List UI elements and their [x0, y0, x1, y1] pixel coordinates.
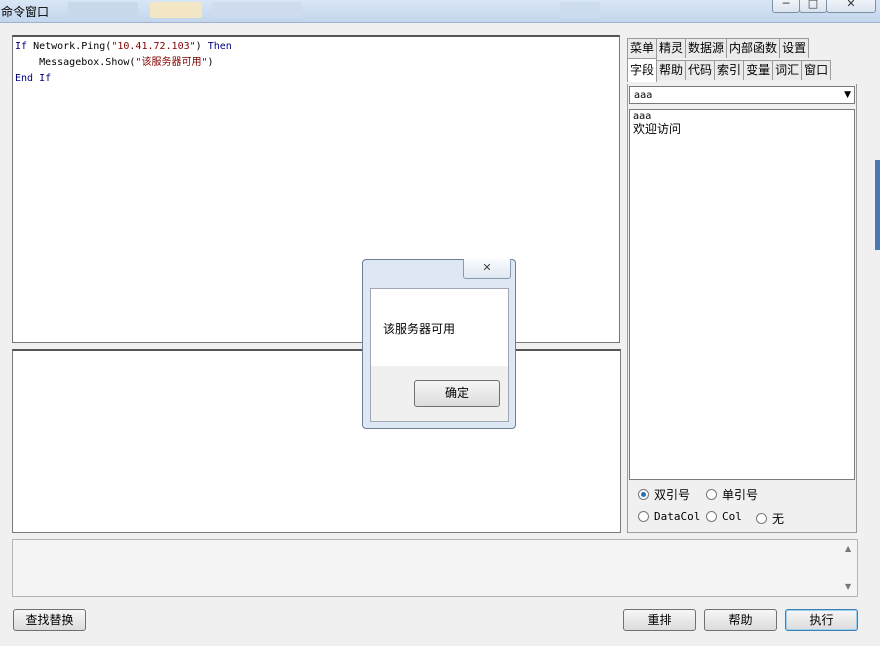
radio-col[interactable]: Col — [706, 510, 742, 523]
tab-variables[interactable]: 变量 — [743, 60, 774, 80]
dialog-message: 该服务器可用 — [383, 322, 456, 336]
message-dialog: ✕ 该服务器可用 确定 — [362, 259, 516, 429]
chevron-down-icon: ▼ — [844, 90, 851, 100]
dialog-body: 该服务器可用 确定 — [370, 288, 509, 422]
close-button[interactable]: ✕ — [826, 0, 876, 13]
taskbar-blur — [212, 2, 302, 18]
code-token: Messagebox.Show( — [15, 57, 136, 68]
dialog-close-button[interactable]: ✕ — [463, 259, 511, 279]
code-token: Network.Ping( — [33, 41, 112, 52]
taskbar-blur — [150, 2, 202, 18]
minimize-button[interactable]: ─ — [772, 0, 800, 13]
code-token: ) — [195, 41, 208, 52]
scroll-down-icon[interactable]: ▼ — [845, 582, 851, 591]
table-select-value: aaa — [634, 90, 653, 101]
radio-icon — [638, 511, 649, 522]
radio-label: Col — [722, 510, 742, 523]
code-editor[interactable]: If Network.Ping("10.41.72.103") Then Mes… — [12, 35, 620, 343]
scroll-up-icon[interactable]: ▲ — [845, 544, 851, 553]
code-token: ) — [207, 57, 214, 68]
string-token: "10.41.72.103" — [111, 41, 196, 52]
radio-label: 双引号 — [654, 488, 691, 502]
close-icon: ✕ — [846, 0, 856, 10]
taskbar-blur — [560, 2, 600, 18]
tab-menu[interactable]: 菜单 — [627, 38, 658, 58]
maximize-button[interactable]: □ — [799, 0, 827, 13]
tab-row-top: 菜单 精灵 数据源 内部函数 设置 — [627, 38, 810, 58]
tab-row-bottom: 字段 帮助 代码 索引 变量 词汇 窗口 — [627, 58, 832, 82]
maximize-icon: □ — [807, 0, 819, 10]
keyword-token: Then — [207, 41, 232, 52]
radio-icon — [706, 511, 717, 522]
tab-wizard[interactable]: 精灵 — [656, 38, 687, 58]
radio-label: 无 — [772, 512, 785, 526]
help-button[interactable]: 帮助 — [704, 609, 777, 631]
find-replace-button[interactable]: 查找替换 — [13, 609, 86, 631]
tab-builtin-functions[interactable]: 内部函数 — [726, 38, 781, 58]
radio-label: DataCol — [654, 510, 701, 523]
background-window-edge — [875, 160, 880, 250]
tab-settings[interactable]: 设置 — [779, 38, 810, 58]
radio-label: 单引号 — [722, 488, 759, 502]
dialog-ok-button[interactable]: 确定 — [414, 380, 500, 407]
keyword-token: End If — [15, 73, 52, 84]
radio-double-quote[interactable]: 双引号 — [638, 486, 690, 503]
tab-code[interactable]: 代码 — [685, 60, 716, 80]
minimize-icon: ─ — [782, 0, 790, 10]
execute-button[interactable]: 执行 — [785, 609, 858, 631]
table-select[interactable]: aaa ▼ — [629, 86, 855, 104]
tab-index[interactable]: 索引 — [714, 60, 745, 80]
list-item[interactable]: 欢迎访问 — [633, 122, 851, 136]
radio-single-quote[interactable]: 单引号 — [706, 486, 758, 503]
radio-datacol[interactable]: DataCol — [638, 510, 700, 523]
radio-selected-icon — [638, 489, 649, 500]
taskbar-blur — [68, 2, 138, 18]
radio-icon — [756, 513, 767, 524]
keyword-token: If — [15, 41, 34, 52]
radio-icon — [706, 489, 717, 500]
title-bar: 命令窗口 ─ □ ✕ — [0, 0, 880, 23]
tab-datasource[interactable]: 数据源 — [685, 38, 728, 58]
code-line: Messagebox.Show("该服务器可用") — [15, 55, 619, 71]
output-pane[interactable] — [12, 349, 621, 533]
close-icon: ✕ — [482, 261, 492, 274]
status-scrollbar[interactable]: ▲ ▼ — [841, 540, 857, 596]
tab-window[interactable]: 窗口 — [801, 60, 832, 80]
code-line: If Network.Ping("10.41.72.103") Then — [15, 39, 619, 55]
string-token: "该服务器可用" — [135, 57, 208, 68]
window-title: 命令窗口 — [1, 5, 50, 19]
tab-help[interactable]: 帮助 — [656, 60, 687, 80]
code-line: End If — [15, 71, 619, 87]
radio-none[interactable]: 无 — [756, 510, 784, 527]
dialog-message-area: 该服务器可用 — [371, 289, 508, 366]
list-item[interactable]: aaa — [633, 112, 851, 122]
field-list[interactable]: aaa 欢迎访问 — [629, 109, 855, 480]
tab-vocabulary[interactable]: 词汇 — [772, 60, 803, 80]
status-textbox[interactable]: ▲ ▼ — [12, 539, 858, 597]
reformat-button[interactable]: 重排 — [623, 609, 696, 631]
tab-fields[interactable]: 字段 — [627, 58, 658, 82]
